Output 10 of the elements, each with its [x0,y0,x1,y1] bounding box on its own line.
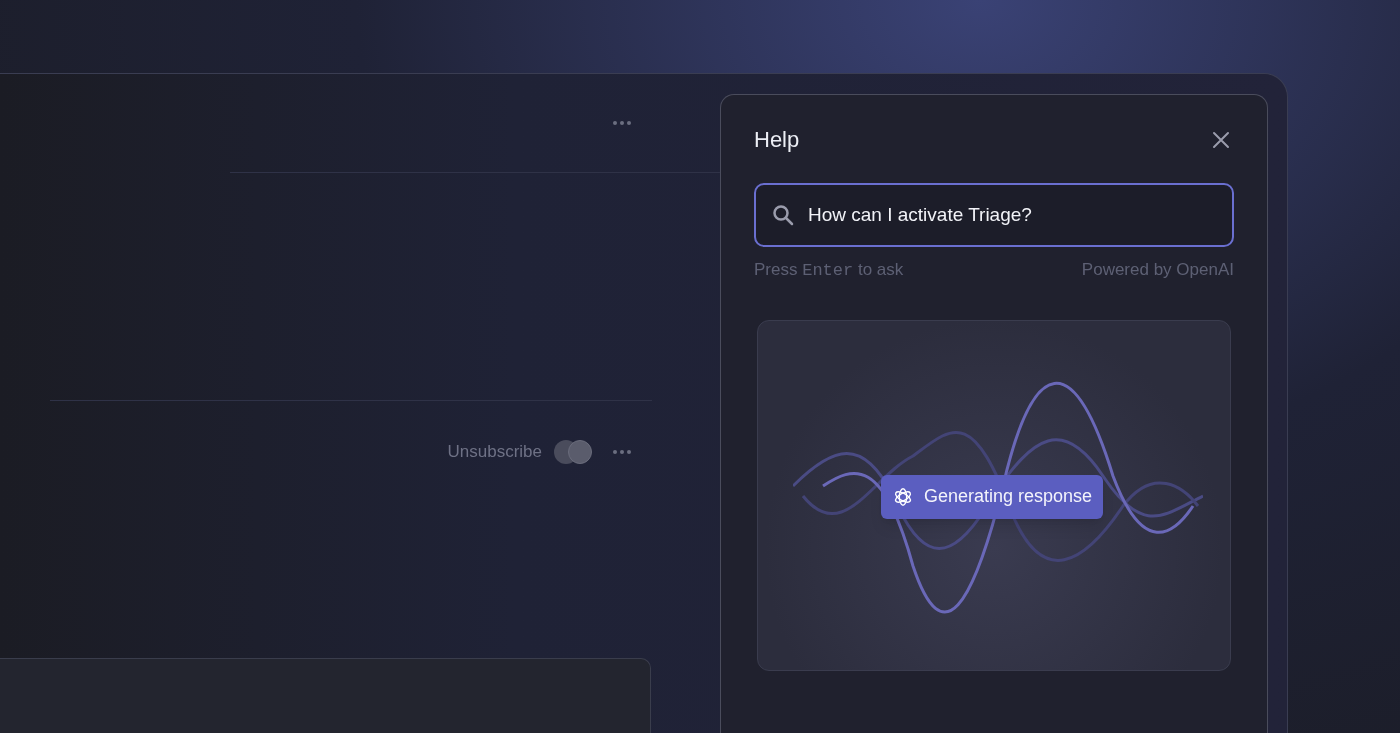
more-icon[interactable] [612,120,632,126]
panel-title: Help [754,126,800,154]
search-field[interactable]: How can I activate Triage? [754,183,1234,247]
hint-text: Press Enter to ask [754,259,904,282]
close-icon[interactable] [1212,130,1230,149]
more-icon[interactable] [612,449,632,455]
avatar [568,440,592,464]
status-badge: Generating response [881,474,1104,519]
search-icon [772,204,794,226]
credit-text: Powered by OpenAI [1081,259,1234,281]
